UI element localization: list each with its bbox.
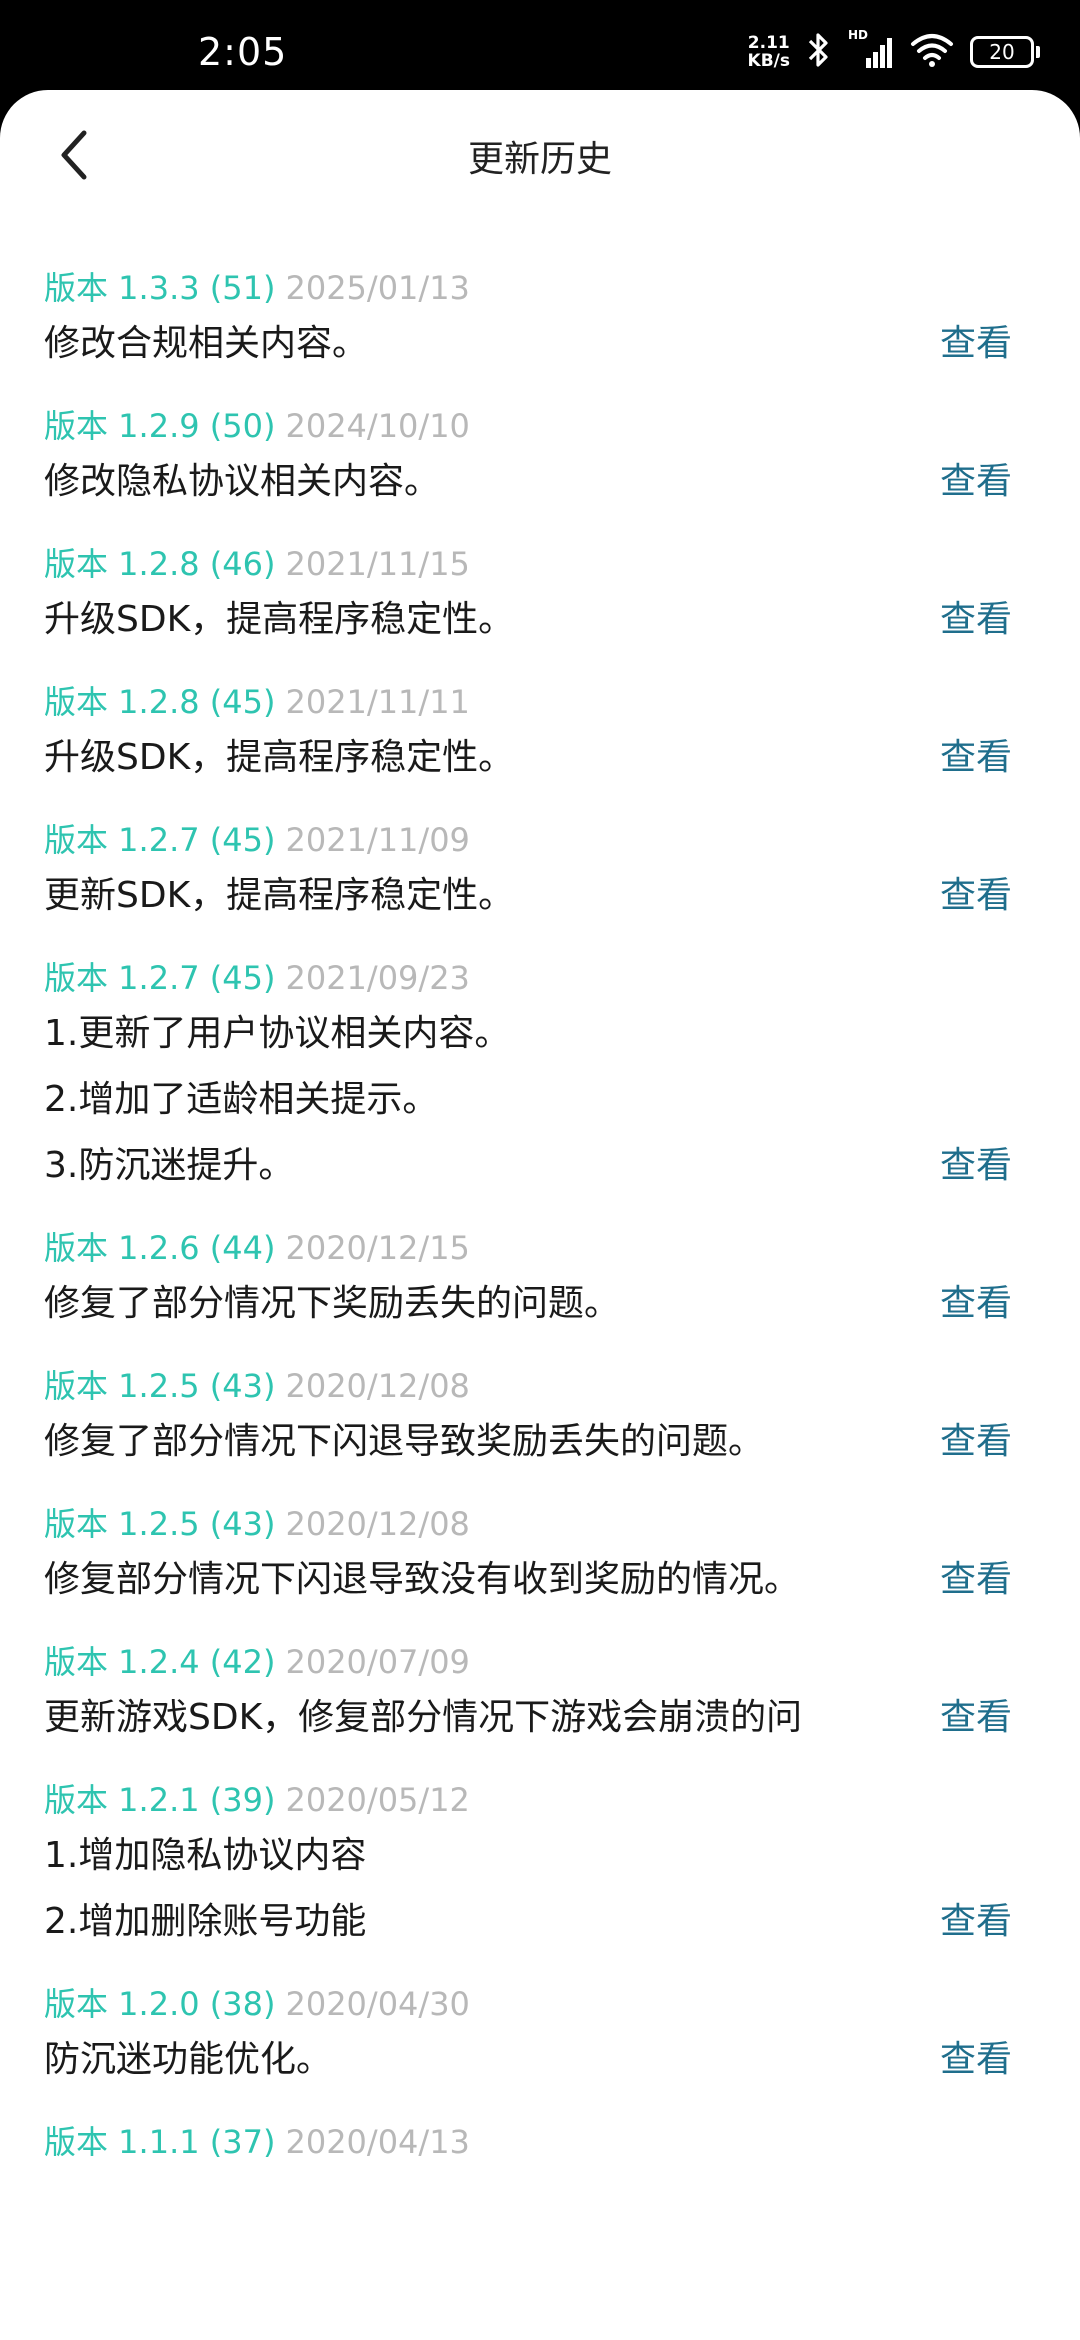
update-header: 版本 1.2.6 (44) 2020/12/15 [44, 1225, 1036, 1271]
status-time: 2:05 [198, 30, 288, 74]
version-label: 版本 1.2.8 (45) [44, 683, 276, 721]
bluetooth-icon [806, 30, 832, 74]
release-date: 2020/12/15 [285, 1229, 470, 1267]
signal-icon: HD [848, 28, 894, 72]
update-header: 版本 1.2.8 (45) 2021/11/11 [44, 679, 1036, 725]
update-item: 版本 1.2.4 (42) 2020/07/09 更新游戏SDK，修复部分情况下游戏… [0, 1639, 1080, 1751]
network-speed-unit: KB/s [747, 51, 790, 71]
update-header: 版本 1.2.7 (45) 2021/09/23 [44, 955, 1036, 1001]
update-item: 版本 1.2.5 (43) 2020/12/08 修复了部分情况下闪退导致奖励丢失的… [0, 1363, 1080, 1475]
version-label: 版本 1.2.5 (43) [44, 1505, 276, 1543]
update-description: 修改隐私协议相关内容。 [44, 461, 441, 502]
version-label: 版本 1.2.8 (46) [44, 545, 276, 583]
version-label: 版本 1.2.5 (43) [44, 1367, 276, 1405]
nav-bar: 更新历史 [0, 90, 1080, 220]
update-history-page: 更新历史 版本 1.3.3 (51) 2025/01/13 修改合规相关内容。 查看版… [0, 90, 1080, 2340]
update-item: 版本 1.1.1 (37) 2020/04/13 [0, 2119, 1080, 2165]
update-description: 3.防沉迷提升。 [44, 1145, 295, 1186]
release-date: 2021/11/11 [285, 683, 470, 721]
view-button[interactable]: 查看 [940, 863, 1012, 929]
release-date: 2021/09/23 [285, 959, 470, 997]
view-button[interactable]: 查看 [940, 1409, 1012, 1475]
version-label: 版本 1.2.6 (44) [44, 1229, 276, 1267]
update-item: 版本 1.2.8 (45) 2021/11/11 升级SDK，提高程序稳定性。 查看 [0, 679, 1080, 791]
release-date: 2020/07/09 [285, 1643, 470, 1681]
update-item: 版本 1.2.6 (44) 2020/12/15 修复了部分情况下奖励丢失的问题。 查… [0, 1225, 1080, 1337]
update-header: 版本 1.2.8 (46) 2021/11/15 [44, 541, 1036, 587]
release-date: 2020/04/30 [285, 1985, 470, 2023]
wifi-icon [910, 32, 954, 72]
update-item: 版本 1.2.1 (39) 2020/05/12 1.增加隐私协议内容 2.增加删除账… [0, 1777, 1080, 1955]
view-button[interactable]: 查看 [940, 311, 1012, 377]
version-label: 版本 1.3.3 (51) [44, 269, 276, 307]
release-date: 2021/11/09 [285, 821, 470, 859]
update-header: 版本 1.2.4 (42) 2020/07/09 [44, 1639, 1036, 1685]
update-description: 2.增加删除账号功能 [44, 1901, 367, 1942]
view-button[interactable]: 查看 [940, 1889, 1012, 1955]
view-button[interactable]: 查看 [940, 1547, 1012, 1613]
version-label: 版本 1.1.1 (37) [44, 2123, 276, 2161]
release-date: 2020/04/13 [285, 2123, 470, 2161]
version-label: 版本 1.2.1 (39) [44, 1781, 276, 1819]
update-item: 版本 1.3.3 (51) 2025/01/13 修改合规相关内容。 查看 [0, 265, 1080, 377]
update-header: 版本 1.2.1 (39) 2020/05/12 [44, 1777, 1036, 1823]
network-speed: 2.11 KB/s [748, 34, 790, 70]
update-item: 版本 1.2.5 (43) 2020/12/08 修复部分情况下闪退导致没有收到奖励… [0, 1501, 1080, 1613]
view-button[interactable]: 查看 [940, 1271, 1012, 1337]
update-description: 修复了部分情况下奖励丢失的问题。 [44, 1283, 621, 1324]
battery-icon: 20 [970, 36, 1040, 68]
release-date: 2024/10/10 [285, 407, 470, 445]
update-header: 版本 1.1.1 (37) 2020/04/13 [44, 2119, 1036, 2165]
update-description: 1.增加隐私协议内容 [44, 1835, 367, 1876]
version-label: 版本 1.2.4 (42) [44, 1643, 276, 1681]
release-date: 2025/01/13 [285, 269, 470, 307]
update-description: 修复部分情况下闪退导致没有收到奖励的情况。 [44, 1559, 801, 1600]
release-date: 2020/05/12 [285, 1781, 470, 1819]
version-label: 版本 1.2.7 (45) [44, 959, 276, 997]
version-label: 版本 1.2.0 (38) [44, 1985, 276, 2023]
update-header: 版本 1.2.0 (38) 2020/04/30 [44, 1981, 1036, 2027]
update-description: 防沉迷功能优化。 [44, 2039, 333, 2080]
update-description: 修改合规相关内容。 [44, 323, 369, 364]
release-date: 2021/11/15 [285, 545, 470, 583]
battery-level: 20 [970, 36, 1034, 68]
view-button[interactable]: 查看 [940, 449, 1012, 515]
version-label: 版本 1.2.7 (45) [44, 821, 276, 859]
update-header: 版本 1.2.5 (43) 2020/12/08 [44, 1363, 1036, 1409]
update-item: 版本 1.2.7 (45) 2021/09/23 1.更新了用户协议相关内容。 2.增… [0, 955, 1080, 1199]
version-label: 版本 1.2.9 (50) [44, 407, 276, 445]
update-list[interactable]: 版本 1.3.3 (51) 2025/01/13 修改合规相关内容。 查看 版本 1.2… [0, 265, 1080, 2191]
release-date: 2020/12/08 [285, 1505, 470, 1543]
update-description: 1.更新了用户协议相关内容。 [44, 1013, 511, 1054]
update-description: 更新游戏SDK，修复部分情况下游戏会崩溃的问 [44, 1697, 803, 1738]
update-header: 版本 1.2.7 (45) 2021/11/09 [44, 817, 1036, 863]
page-title: 更新历史 [467, 139, 612, 180]
update-description: 升级SDK，提高程序稳定性。 [44, 737, 515, 778]
view-button[interactable]: 查看 [940, 587, 1012, 653]
view-button[interactable]: 查看 [940, 725, 1012, 791]
view-button[interactable]: 查看 [940, 1685, 1012, 1751]
update-item: 版本 1.2.7 (45) 2021/11/09 更新SDK，提高程序稳定性。 查看 [0, 817, 1080, 929]
network-speed-value: 2.11 [747, 33, 790, 53]
update-description: 修复了部分情况下闪退导致奖励丢失的问题。 [44, 1421, 765, 1462]
update-header: 版本 1.3.3 (51) 2025/01/13 [44, 265, 1036, 311]
battery-tip [1036, 46, 1040, 58]
update-header: 版本 1.2.5 (43) 2020/12/08 [44, 1501, 1036, 1547]
status-bar: 2:05 2.11 KB/s HD 20 [0, 0, 1080, 90]
update-description: 2.增加了适龄相关提示。 [44, 1079, 439, 1120]
view-button[interactable]: 查看 [940, 2027, 1012, 2093]
update-description: 升级SDK，提高程序稳定性。 [44, 599, 515, 640]
view-button[interactable]: 查看 [940, 1133, 1012, 1199]
status-icons: 2.11 KB/s HD 20 [748, 28, 1040, 74]
update-item: 版本 1.2.0 (38) 2020/04/30 防沉迷功能优化。 查看 [0, 1981, 1080, 2093]
update-header: 版本 1.2.9 (50) 2024/10/10 [44, 403, 1036, 449]
release-date: 2020/12/08 [285, 1367, 470, 1405]
update-item: 版本 1.2.9 (50) 2024/10/10 修改隐私协议相关内容。 查看 [0, 403, 1080, 515]
update-item: 版本 1.2.8 (46) 2021/11/15 升级SDK，提高程序稳定性。 查看 [0, 541, 1080, 653]
update-description: 更新SDK，提高程序稳定性。 [44, 875, 515, 916]
